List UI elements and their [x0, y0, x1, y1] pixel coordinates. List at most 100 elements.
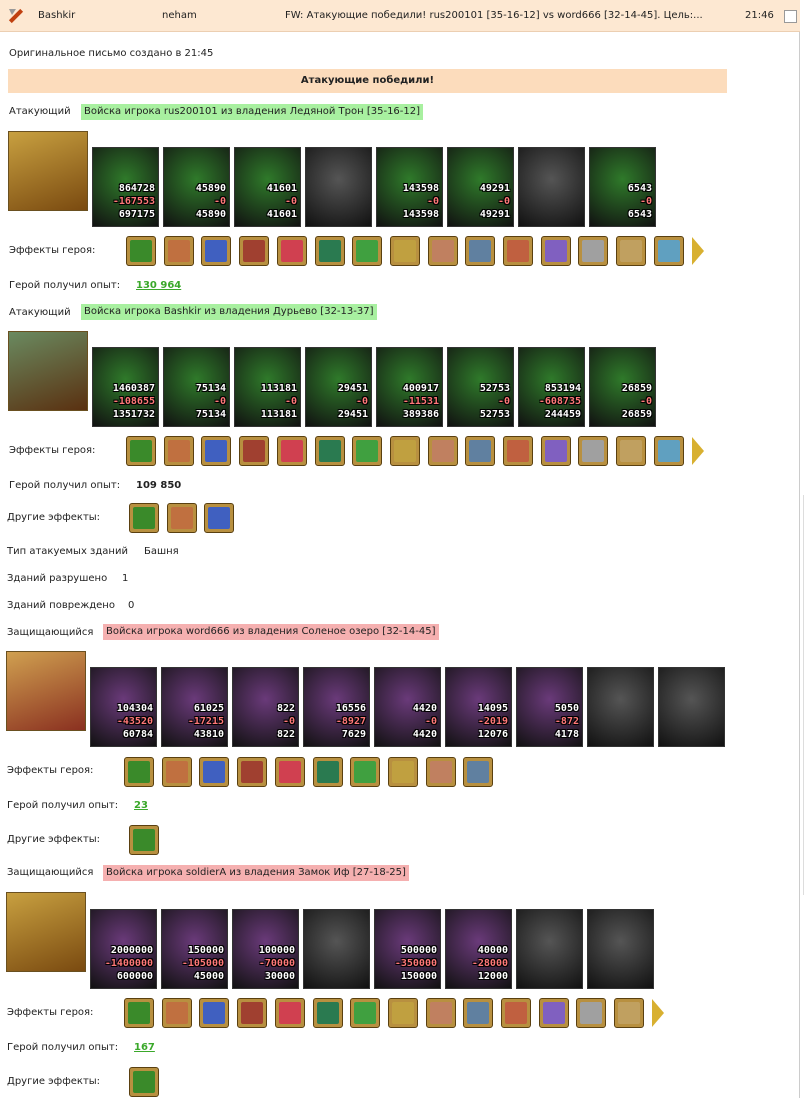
effect-icon[interactable]	[312, 998, 343, 1028]
xp-value[interactable]: 23	[134, 800, 148, 811]
effect-icon[interactable]	[389, 236, 420, 266]
effect-icon[interactable]	[653, 436, 684, 466]
effect-icon[interactable]	[540, 236, 571, 266]
unit-card[interactable]	[516, 909, 583, 989]
effect-icon[interactable]	[276, 236, 307, 266]
effect-icon[interactable]	[129, 503, 159, 533]
effect-icon[interactable]	[463, 757, 494, 787]
scroll-right-arrow-icon[interactable]	[651, 999, 664, 1027]
effect-icon[interactable]	[199, 998, 230, 1028]
unit-card[interactable]	[658, 667, 725, 747]
unit-card[interactable]: 143598 -0 143598	[376, 147, 443, 227]
unit-card[interactable]: 822 -0 822	[232, 667, 299, 747]
effect-icon[interactable]	[126, 236, 156, 266]
hero-portrait[interactable]	[8, 131, 88, 211]
effect-icon[interactable]	[427, 236, 458, 266]
effect-icon[interactable]	[576, 998, 607, 1028]
effect-icon[interactable]	[199, 757, 230, 787]
effect-icon[interactable]	[204, 503, 235, 533]
effect-icon[interactable]	[501, 998, 531, 1028]
unit-card[interactable]: 500000 -350000 150000	[374, 909, 441, 989]
hero-portrait[interactable]	[8, 331, 88, 411]
unit-card[interactable]: 104304 -43520 60784	[90, 667, 157, 747]
hero-portrait[interactable]	[6, 892, 86, 972]
effect-icon[interactable]	[274, 757, 305, 787]
effect-icon[interactable]	[237, 757, 268, 787]
unit-card[interactable]: 100000 -70000 30000	[232, 909, 299, 989]
unit-card[interactable]	[518, 147, 585, 227]
scroll-right-arrow-icon[interactable]	[691, 237, 704, 265]
effect-icon[interactable]	[201, 436, 232, 466]
unit-card[interactable]	[305, 147, 372, 227]
effect-icon[interactable]	[425, 757, 456, 787]
effect-icon[interactable]	[540, 436, 571, 466]
effect-icon[interactable]	[352, 236, 383, 266]
effect-icon[interactable]	[352, 436, 383, 466]
effect-icon[interactable]	[126, 436, 156, 466]
effect-icon[interactable]	[129, 1067, 159, 1097]
effect-icon[interactable]	[503, 236, 533, 266]
effect-icon[interactable]	[239, 436, 270, 466]
effect-icon[interactable]	[350, 998, 381, 1028]
unit-card[interactable]: 16556 -8927 7629	[303, 667, 370, 747]
effect-icon[interactable]	[503, 436, 533, 466]
unit-card[interactable]	[587, 667, 654, 747]
unit-card[interactable]: 864728 -167553 697175	[92, 147, 159, 227]
effect-icon[interactable]	[350, 757, 381, 787]
xp-value[interactable]: 130 964	[136, 280, 181, 291]
unit-card[interactable]: 113181 -0 113181	[234, 347, 301, 427]
effect-icon[interactable]	[237, 998, 268, 1028]
unit-card[interactable]: 41601 -0 41601	[234, 147, 301, 227]
unit-card[interactable]	[587, 909, 654, 989]
effect-icon[interactable]	[124, 757, 154, 787]
effect-icon[interactable]	[578, 236, 609, 266]
effect-icon[interactable]	[465, 436, 496, 466]
effect-icon[interactable]	[463, 998, 494, 1028]
unit-card[interactable]: 49291 -0 49291	[447, 147, 514, 227]
unit-card[interactable]: 5050 -872 4178	[516, 667, 583, 747]
unit-card[interactable]	[303, 909, 370, 989]
unit-card[interactable]: 1460387 -108655 1351732	[92, 347, 159, 427]
xp-value[interactable]: 167	[134, 1042, 155, 1053]
effect-icon[interactable]	[465, 236, 496, 266]
effect-icon[interactable]	[166, 503, 197, 533]
unit-card[interactable]: 45890 -0 45890	[163, 147, 230, 227]
unit-card[interactable]: 4420 -0 4420	[374, 667, 441, 747]
unit-card[interactable]: 14095 -2019 12076	[445, 667, 512, 747]
effect-icon[interactable]	[538, 998, 569, 1028]
message-subject[interactable]: FW: Атакующие победили! rus200101 [35-16…	[285, 10, 735, 21]
unit-card[interactable]: 26859 -0 26859	[589, 347, 656, 427]
unit-card[interactable]: 52753 -0 52753	[447, 347, 514, 427]
effect-icon[interactable]	[578, 436, 609, 466]
effect-icon[interactable]	[616, 236, 647, 266]
scroll-right-arrow-icon[interactable]	[691, 437, 704, 465]
effect-icon[interactable]	[387, 998, 418, 1028]
effect-icon[interactable]	[425, 998, 456, 1028]
effect-icon[interactable]	[653, 236, 684, 266]
effect-icon[interactable]	[314, 436, 345, 466]
unit-card[interactable]: 29451 -0 29451	[305, 347, 372, 427]
effect-icon[interactable]	[427, 436, 458, 466]
message-header[interactable]: Bashkir neham FW: Атакующие победили! ru…	[0, 0, 800, 32]
unit-card[interactable]: 400917 -11531 389386	[376, 347, 443, 427]
effect-icon[interactable]	[124, 998, 154, 1028]
unit-card[interactable]: 40000 -28000 12000	[445, 909, 512, 989]
effect-icon[interactable]	[276, 436, 307, 466]
hero-portrait[interactable]	[6, 651, 86, 731]
effect-icon[interactable]	[614, 998, 645, 1028]
effect-icon[interactable]	[161, 998, 192, 1028]
effect-icon[interactable]	[387, 757, 418, 787]
effect-icon[interactable]	[274, 998, 305, 1028]
effect-icon[interactable]	[129, 825, 159, 855]
select-checkbox[interactable]	[784, 10, 797, 23]
effect-icon[interactable]	[389, 436, 420, 466]
effect-icon[interactable]	[312, 757, 343, 787]
unit-card[interactable]: 75134 -0 75134	[163, 347, 230, 427]
unit-card[interactable]: 150000 -105000 45000	[161, 909, 228, 989]
effect-icon[interactable]	[314, 236, 345, 266]
unit-card[interactable]: 2000000 -1400000 600000	[90, 909, 157, 989]
effect-icon[interactable]	[163, 236, 194, 266]
effect-icon[interactable]	[616, 436, 647, 466]
effect-icon[interactable]	[161, 757, 192, 787]
effect-icon[interactable]	[163, 436, 194, 466]
